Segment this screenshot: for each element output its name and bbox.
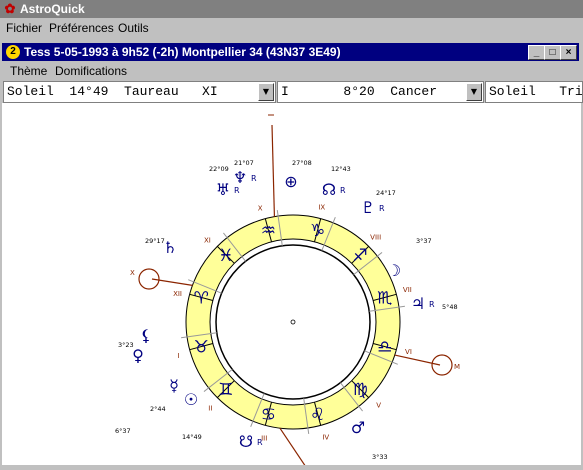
planet-degree-label: 3°33 <box>372 453 388 461</box>
chart-window-title-bar: 2 Tess 5-05-1993 à 9h52 (-2h) Montpellie… <box>2 43 579 61</box>
moon-glyph: ☽ <box>387 261 401 280</box>
lilith-glyph: ⚸ <box>140 326 152 345</box>
house-number: IV <box>322 433 329 441</box>
zodiac-sign-glyph: ♉ <box>194 338 209 358</box>
planet-select-value: Soleil 14°49 Taureau XI <box>7 84 218 99</box>
zodiac-sign-glyph: ♈ <box>194 288 209 308</box>
saturn-glyph: ♄ <box>163 238 177 257</box>
zodiac-sign-glyph: ♎ <box>377 338 392 358</box>
retrograde-label: R <box>257 438 263 447</box>
menu-preferences[interactable]: Préférences <box>49 18 114 38</box>
chevron-down-icon[interactable]: ▼ <box>466 83 482 101</box>
planet-degree-label: 21°07 <box>234 159 254 167</box>
zodiac-sign-glyph: ♑ <box>310 221 325 241</box>
retrograde-label: R <box>251 174 257 183</box>
part-of-fortune-glyph: ⊕ <box>284 172 297 191</box>
mars-glyph: ♂ <box>351 418 365 437</box>
north-node-glyph: ☊ <box>322 180 336 199</box>
aspect-select-value: Soleil Trig <box>489 84 583 99</box>
chart-window-menubar: Thème Domifications <box>2 62 579 80</box>
planet-degree-label: 22°09 <box>209 165 229 173</box>
neptune-glyph: ♆ <box>233 168 247 187</box>
house-select[interactable]: I 8°20 Cancer ▼ <box>277 81 484 103</box>
house-number: IX <box>318 204 325 212</box>
venus-glyph: ♀ <box>132 346 144 365</box>
chevron-down-icon[interactable]: ▼ <box>258 83 274 101</box>
zodiac-sign-glyph: ♊ <box>218 380 233 400</box>
menu-fichier[interactable]: Fichier <box>6 18 42 38</box>
app-title-bar: ✿ AstroQuick <box>0 0 583 18</box>
planet-degree-label: 3°37 <box>416 237 432 245</box>
zodiac-sign-glyph: ♏ <box>377 288 392 308</box>
close-button[interactable]: × <box>560 45 577 60</box>
minimize-button[interactable]: _ <box>528 45 545 60</box>
aspect-select[interactable]: Soleil Trig <box>485 81 583 103</box>
retrograde-label: R <box>234 186 240 195</box>
aspect-circle <box>215 244 371 400</box>
zodiac-sign-glyph: ♋ <box>261 405 276 425</box>
mercury-glyph: ☿ <box>169 376 179 395</box>
menu-domifications[interactable]: Domifications <box>55 62 127 80</box>
jupiter-glyph: ♃ <box>411 294 425 313</box>
house-select-value: I 8°20 Cancer <box>281 84 438 99</box>
house-number: II <box>208 405 212 413</box>
planet-select[interactable]: Soleil 14°49 Taureau XI ▼ <box>3 81 276 103</box>
south-node-glyph: ☋ <box>239 432 253 451</box>
planet-degree-label: 6°37 <box>115 427 131 435</box>
planet-degree-label: 27°08 <box>292 159 312 167</box>
planet-degree-label: 29°17 <box>145 237 165 245</box>
planet-degree-label: 12°43 <box>331 165 351 173</box>
mc-axis-line <box>271 124 276 217</box>
retrograde-label: R <box>340 186 346 195</box>
planet-degree-label: 3°23 <box>118 341 134 349</box>
planet-degree-label: 5°48 <box>442 303 458 311</box>
house-number: XI <box>204 236 211 244</box>
retrograde-label: R <box>429 300 435 309</box>
axis-label: M <box>454 363 460 371</box>
astrological-wheel: ♈♉♊♋ ♌♍♎♏♐♑♒♓IIIIII IVVVIVIIVIIIIXXXIXIIXM… <box>115 114 460 470</box>
retrograde-label: R <box>379 204 385 213</box>
descendant-marker <box>431 354 453 376</box>
menu-outils[interactable]: Outils <box>118 18 149 38</box>
house-number: VII <box>403 286 412 294</box>
zodiac-sign-glyph: ♍ <box>353 380 368 400</box>
zodiac-sign-glyph: ♌ <box>310 405 325 425</box>
maximize-button[interactable]: □ <box>544 45 561 60</box>
pluto-glyph: ♇ <box>361 198 375 217</box>
house-number: V <box>376 402 381 410</box>
zodiac-sign-glyph: ♐ <box>353 246 368 266</box>
planet-degree-label: 2°44 <box>150 405 166 413</box>
zodiac-sign-glyph: ♒ <box>261 221 276 241</box>
chart-area: ♈ ♉ ♊ ♋ ♌ ♍ ♎ ♏ ♐ ♑ ♒ ♓ I II III IV V VI VII VIII IX X XI XII X M… <box>2 103 581 470</box>
ascendant-marker <box>138 268 160 290</box>
app-title: AstroQuick <box>20 2 85 16</box>
uranus-glyph: ♅ <box>216 180 230 199</box>
chart-window-title: Tess 5-05-1993 à 9h52 (-2h) Montpellier … <box>24 45 341 59</box>
app-rose-icon: ✿ <box>4 1 16 16</box>
house-number: X <box>258 205 263 213</box>
zodiac-sign-glyph: ♓ <box>218 246 233 266</box>
axis-label: X <box>130 269 135 277</box>
house-number: I <box>178 352 180 360</box>
house-number: XII <box>173 290 182 298</box>
chart-window-icon[interactable]: 2 <box>6 45 20 59</box>
sun-glyph: ☉ <box>184 390 198 409</box>
house-number: VIII <box>370 233 381 241</box>
menu-theme[interactable]: Thème <box>10 62 47 80</box>
chart-window: 2 Tess 5-05-1993 à 9h52 (-2h) Montpellie… <box>0 40 583 470</box>
planet-degree-label: 14°49 <box>182 433 202 441</box>
app-menubar: Fichier Préférences Outils <box>0 18 583 38</box>
planet-degree-label: 24°17 <box>376 189 396 197</box>
house-number: VI <box>405 348 412 356</box>
